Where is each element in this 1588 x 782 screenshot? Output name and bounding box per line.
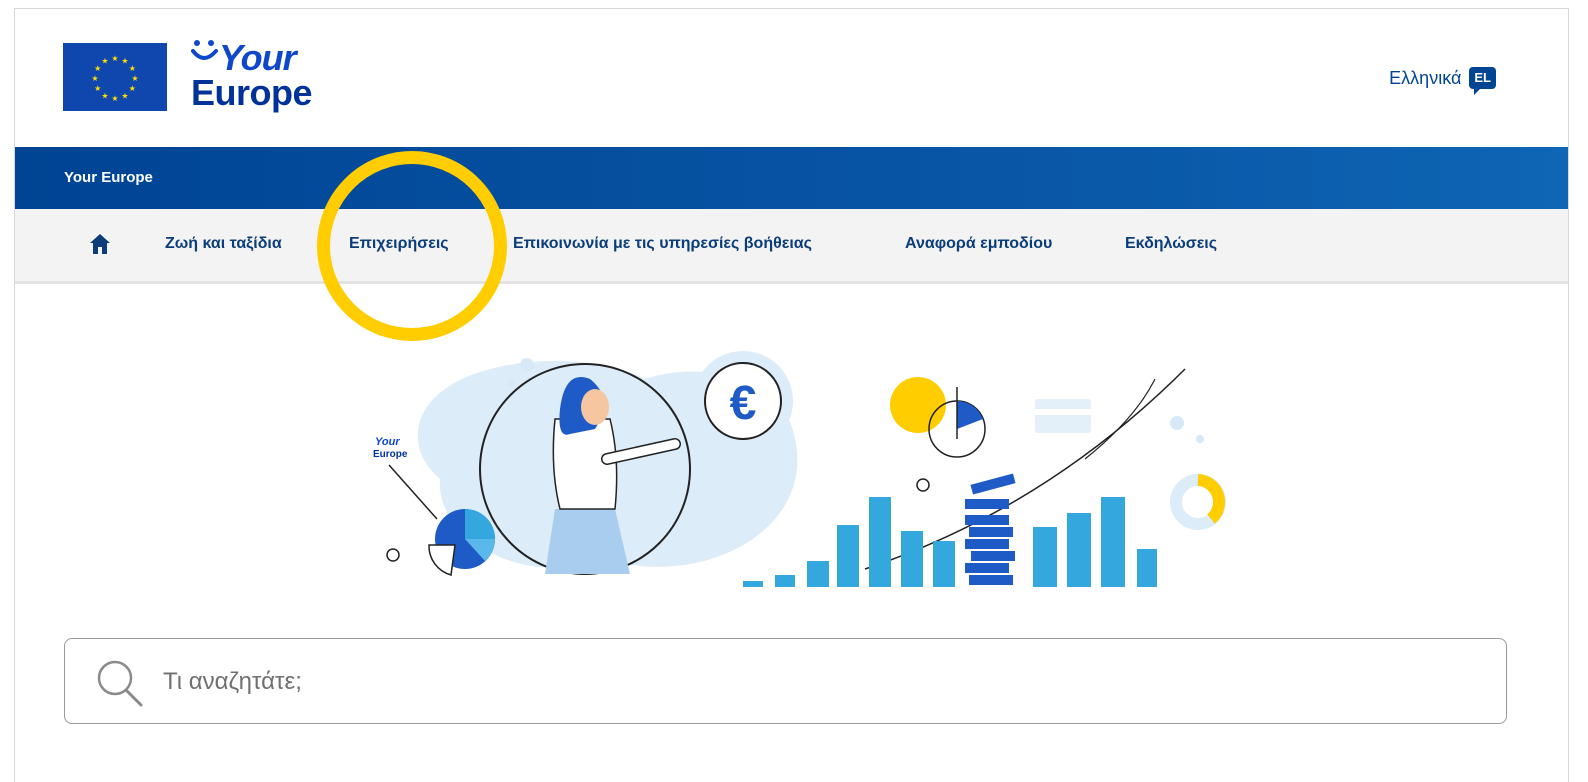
hero-bar xyxy=(807,561,829,587)
hero-bar xyxy=(837,525,859,587)
svg-text:★: ★ xyxy=(129,64,136,73)
svg-text:★: ★ xyxy=(101,57,108,66)
svg-text:★: ★ xyxy=(121,57,128,66)
svg-text:★: ★ xyxy=(129,84,136,93)
svg-text:★: ★ xyxy=(94,64,101,73)
search-box[interactable] xyxy=(64,638,1507,724)
page-frame: ★ ★ ★ ★ ★ ★ ★ ★ ★ ★ ★ ★ Your Europe Ελληνικά EL You… xyxy=(14,8,1569,782)
hero-logo-your: Your xyxy=(375,436,400,448)
language-code-badge[interactable]: EL xyxy=(1469,67,1496,95)
hero-bar xyxy=(869,497,891,587)
search-input[interactable] xyxy=(161,659,1465,705)
svg-text:★: ★ xyxy=(121,91,128,100)
hero-bar xyxy=(743,581,763,587)
site-title-bar: Your Europe xyxy=(15,147,1568,209)
language-label[interactable]: Ελληνικά xyxy=(1389,68,1461,89)
svg-text:★: ★ xyxy=(131,74,138,83)
main-navigation: Ζωή και ταξίδια Επιχειρήσεις Επικοινωνία… xyxy=(15,209,1568,284)
svg-text:★: ★ xyxy=(91,74,98,83)
hero-bar xyxy=(1067,513,1091,587)
hero-bar xyxy=(933,541,955,587)
nav-item-assistance[interactable]: Επικοινωνία με τις υπηρεσίες βοήθειας xyxy=(513,235,812,253)
hero-bar xyxy=(901,531,923,587)
hero-bar xyxy=(1137,549,1157,587)
site-header: ★ ★ ★ ★ ★ ★ ★ ★ ★ ★ ★ ★ Your Europe Ελληνικά EL xyxy=(15,9,1568,147)
svg-text:★: ★ xyxy=(101,91,108,100)
nav-item-report-obstacle[interactable]: Αναφορά εμποδίου xyxy=(905,235,1052,253)
hero-illustration: Your Europe € xyxy=(373,351,1226,587)
nav-item-life-travel[interactable]: Ζωή και ταξίδια xyxy=(165,235,282,253)
logo-europe-text[interactable]: Europe xyxy=(191,73,313,113)
home-icon[interactable] xyxy=(89,233,111,255)
eu-flag-icon[interactable]: ★ ★★★★★★★★★★★ xyxy=(63,43,167,111)
site-title-link[interactable]: Your Europe xyxy=(64,169,153,186)
svg-text:★: ★ xyxy=(94,84,101,93)
highlight-ring xyxy=(317,151,507,341)
svg-text:★: ★ xyxy=(111,94,118,103)
hero-bar xyxy=(1101,497,1125,587)
language-switcher[interactable]: Ελληνικά EL xyxy=(1389,67,1496,95)
hero-bar xyxy=(1033,527,1057,587)
svg-text:★: ★ xyxy=(111,54,118,63)
smile-logo-icon xyxy=(191,40,218,60)
hero-bar xyxy=(775,575,795,587)
search-icon[interactable] xyxy=(95,658,145,708)
nav-item-events[interactable]: Εκδηλώσεις xyxy=(1125,235,1217,253)
hero-logo-europe: Europe xyxy=(373,449,408,460)
hero-currency-symbol: € xyxy=(730,377,757,430)
